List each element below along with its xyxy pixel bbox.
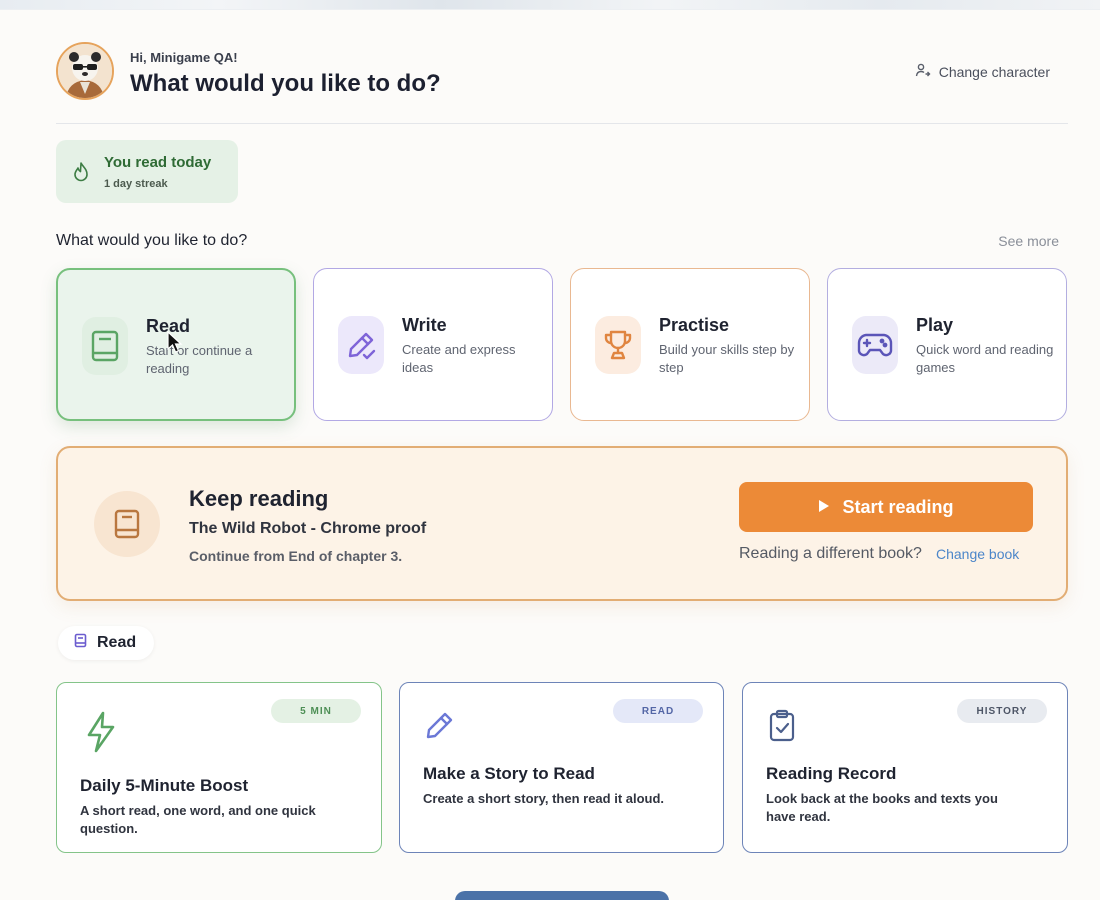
greeting: Hi, Minigame QA! — [130, 50, 238, 65]
card-desc: Look back at the books and texts you hav… — [766, 791, 998, 824]
card-title: Daily 5-Minute Boost — [80, 776, 249, 795]
type-badge: HISTORY — [957, 699, 1047, 723]
activity-title: Write — [402, 315, 447, 335]
change-character-button[interactable]: Change character — [915, 62, 1050, 81]
flame-icon — [72, 161, 90, 188]
change-book-link[interactable]: Change book — [936, 546, 1019, 562]
streak-badge: You read today 1 day streak — [56, 140, 238, 203]
change-character-label: Change character — [938, 63, 1050, 80]
gamepad-icon — [852, 316, 898, 374]
card-title: Reading Record — [766, 764, 897, 783]
mouse-cursor-icon — [166, 330, 186, 359]
page-title: What would you like to do? — [130, 70, 441, 97]
page-header: Hi, Minigame QA! What would you like to … — [56, 42, 1068, 102]
pencil-icon — [424, 709, 456, 746]
pencil-icon — [338, 316, 384, 374]
activity-title: Practise — [659, 315, 730, 335]
card-desc: A short read, one word, and one quick qu… — [80, 803, 316, 836]
bottom-action-button[interactable] — [455, 891, 669, 900]
reading-record-card[interactable]: HISTORY Reading Record Look back at the … — [742, 682, 1068, 853]
activity-card-practise[interactable]: Practise Build your skills step by step — [570, 268, 810, 421]
duration-badge: 5 MIN — [271, 699, 361, 723]
play-icon — [818, 497, 830, 518]
header-divider — [56, 123, 1068, 124]
trophy-icon — [595, 316, 641, 374]
activity-card-play[interactable]: Play Quick word and reading games — [827, 268, 1067, 421]
activity-desc: Create and express ideas — [402, 342, 516, 375]
avatar[interactable] — [56, 42, 114, 100]
user-switch-icon — [915, 62, 931, 81]
different-book-prompt: Reading a different book? — [739, 545, 922, 562]
start-reading-label: Start reading — [842, 496, 954, 517]
activity-card-write[interactable]: Write Create and express ideas — [313, 268, 553, 421]
book-icon — [94, 491, 160, 557]
streak-title: You read today — [104, 154, 212, 171]
top-banner — [0, 0, 1100, 10]
activity-desc: Quick word and reading games — [916, 342, 1054, 375]
reading-progress: Continue from End of chapter 3. — [189, 548, 403, 564]
see-more-link[interactable]: See more — [998, 233, 1059, 249]
card-title: Make a Story to Read — [423, 764, 595, 783]
daily-boost-card[interactable]: 5 MIN Daily 5-Minute Boost A short read,… — [56, 682, 382, 853]
clipboard-check-icon — [767, 709, 797, 748]
activity-desc: Build your skills step by step — [659, 342, 795, 375]
card-desc: Create a short story, then read it aloud… — [423, 791, 665, 806]
book-icon — [74, 633, 87, 653]
streak-subtitle: 1 day streak — [104, 178, 168, 190]
lightning-icon — [81, 709, 121, 760]
start-reading-button[interactable]: Start reading — [739, 482, 1033, 532]
current-book-title: The Wild Robot - Chrome proof — [189, 520, 427, 537]
activities-heading: What would you like to do? — [56, 232, 248, 249]
read-section-label: Read — [97, 634, 137, 651]
book-icon — [82, 317, 128, 375]
read-section-chip: Read — [58, 626, 154, 660]
keep-reading-title: Keep reading — [189, 486, 329, 511]
activity-title: Play — [916, 315, 954, 335]
type-badge: READ — [613, 699, 703, 723]
make-story-card[interactable]: READ Make a Story to Read Create a short… — [399, 682, 724, 853]
keep-reading-panel: Keep reading The Wild Robot - Chrome pro… — [56, 446, 1068, 601]
